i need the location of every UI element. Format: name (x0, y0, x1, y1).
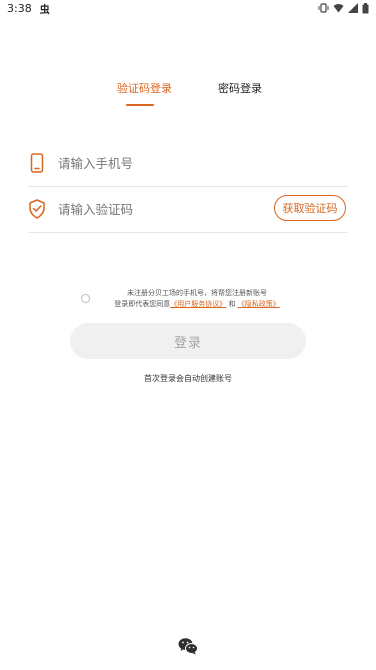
app-notification-icon: 虫 (39, 4, 50, 16)
battery-icon (362, 2, 369, 14)
agreement-line-2: 登录即代表您同意《用户服务协议》 和 《隐私政策》 (97, 299, 297, 310)
phone-input[interactable] (58, 151, 258, 175)
signal-icon (348, 3, 358, 13)
agreement-checkbox[interactable] (81, 294, 90, 303)
privacy-link[interactable]: 《隐私政策》 (238, 300, 280, 308)
vibrate-icon (318, 3, 329, 13)
wechat-icon[interactable] (178, 637, 198, 655)
wifi-icon (333, 3, 344, 13)
status-bar: 3:38 虫 (0, 0, 376, 16)
agreement-conjunction: 和 (228, 300, 236, 308)
agreement-line-1: 未注册分贝工场的手机号，将帮您注册新账号 (127, 289, 267, 297)
status-time: 3:38 (7, 1, 32, 15)
tab-sms-login[interactable]: 验证码登录 (117, 80, 172, 96)
tab-password-login[interactable]: 密码登录 (218, 80, 262, 96)
agreement-text: 未注册分贝工场的手机号，将帮您注册新账号 登录即代表您同意《用户服务协议》 和 … (97, 288, 297, 310)
active-tab-indicator (126, 104, 154, 106)
auto-register-note: 首次登录会自动创建账号 (144, 374, 232, 383)
login-button[interactable]: 登录 (70, 323, 306, 359)
terms-link[interactable]: 《用户服务协议》 (170, 300, 226, 308)
code-input[interactable] (58, 197, 258, 221)
agreement-prefix: 登录即代表您同意 (114, 300, 171, 308)
status-left: 3:38 虫 (7, 1, 50, 16)
phone-icon (28, 153, 46, 173)
login-screen: 3:38 虫 验证码登录 密码登录 请输入手机号 请输入验证码 获取验证码 未注… (0, 0, 376, 670)
phone-row (28, 141, 348, 187)
code-row: 获取验证码 (28, 187, 348, 233)
shield-check-icon (28, 199, 46, 219)
get-code-button[interactable]: 获取验证码 (274, 195, 346, 221)
login-mode-tabs: 验证码登录 密码登录 (0, 80, 376, 110)
status-right (318, 2, 369, 14)
